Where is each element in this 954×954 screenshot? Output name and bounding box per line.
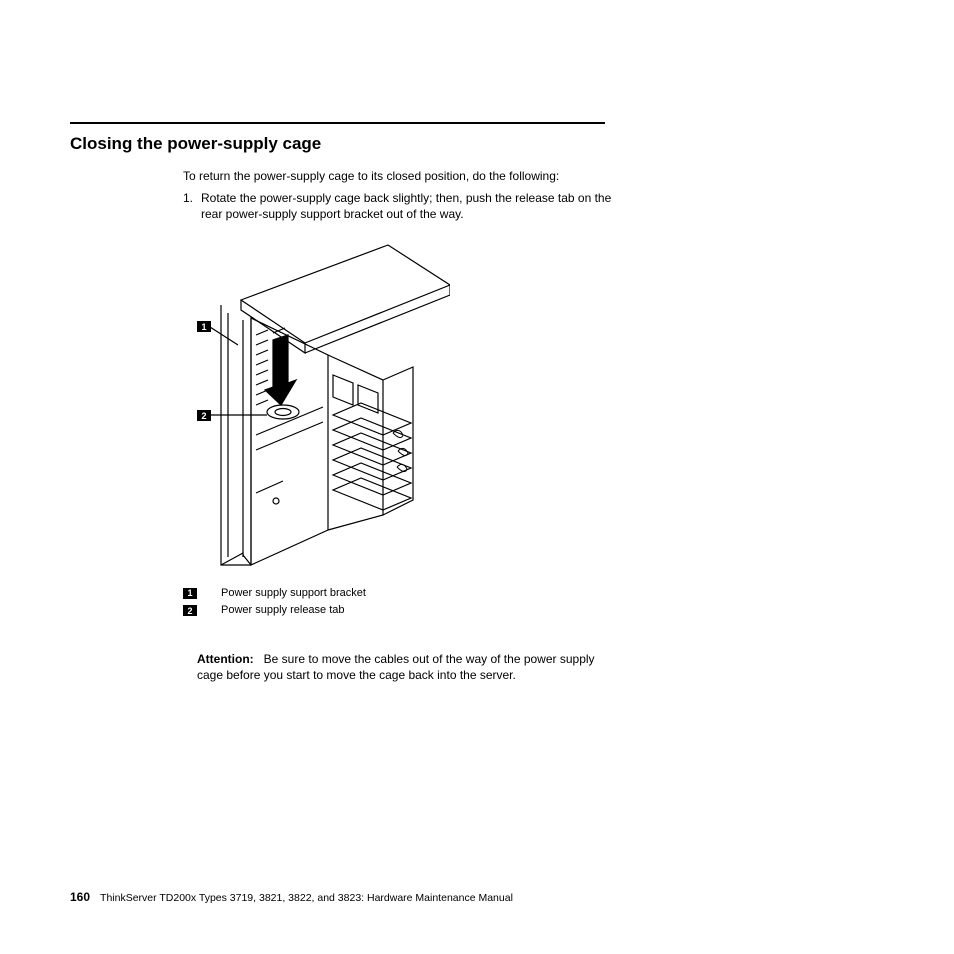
intro-text: To return the power-supply cage to its c… <box>183 168 613 184</box>
callout-1: 1 <box>201 322 206 332</box>
attention-text: Be sure to move the cables out of the wa… <box>197 652 595 682</box>
legend-label-1: Power supply support bracket <box>221 586 366 601</box>
heading-rule <box>70 122 605 124</box>
legend-badge-2: 2 <box>183 605 197 616</box>
legend-badge-1: 1 <box>183 588 197 599</box>
section-heading: Closing the power-supply cage <box>70 134 884 154</box>
footer-page-number: 160 <box>70 890 90 904</box>
attention-block: Attention: Be sure to move the cables ou… <box>197 651 609 683</box>
legend: 1 Power supply support bracket 2 Power s… <box>183 586 613 619</box>
step-text: Rotate the power-supply cage back slight… <box>201 190 613 222</box>
legend-row-2: 2 Power supply release tab <box>183 603 613 618</box>
legend-label-2: Power supply release tab <box>221 603 345 618</box>
power-supply-cage-diagram: 1 2 <box>183 235 450 570</box>
attention-label: Attention: <box>197 652 254 666</box>
page-footer: 160 ThinkServer TD200x Types 3719, 3821,… <box>70 890 513 904</box>
step-1: 1. Rotate the power-supply cage back sli… <box>183 190 613 222</box>
step-number: 1. <box>183 190 201 222</box>
page-body: Closing the power-supply cage To return … <box>0 0 954 683</box>
footer-title: ThinkServer TD200x Types 3719, 3821, 382… <box>100 892 513 904</box>
legend-row-1: 1 Power supply support bracket <box>183 586 613 601</box>
content-block: To return the power-supply cage to its c… <box>183 168 613 683</box>
callout-2: 2 <box>201 411 206 421</box>
